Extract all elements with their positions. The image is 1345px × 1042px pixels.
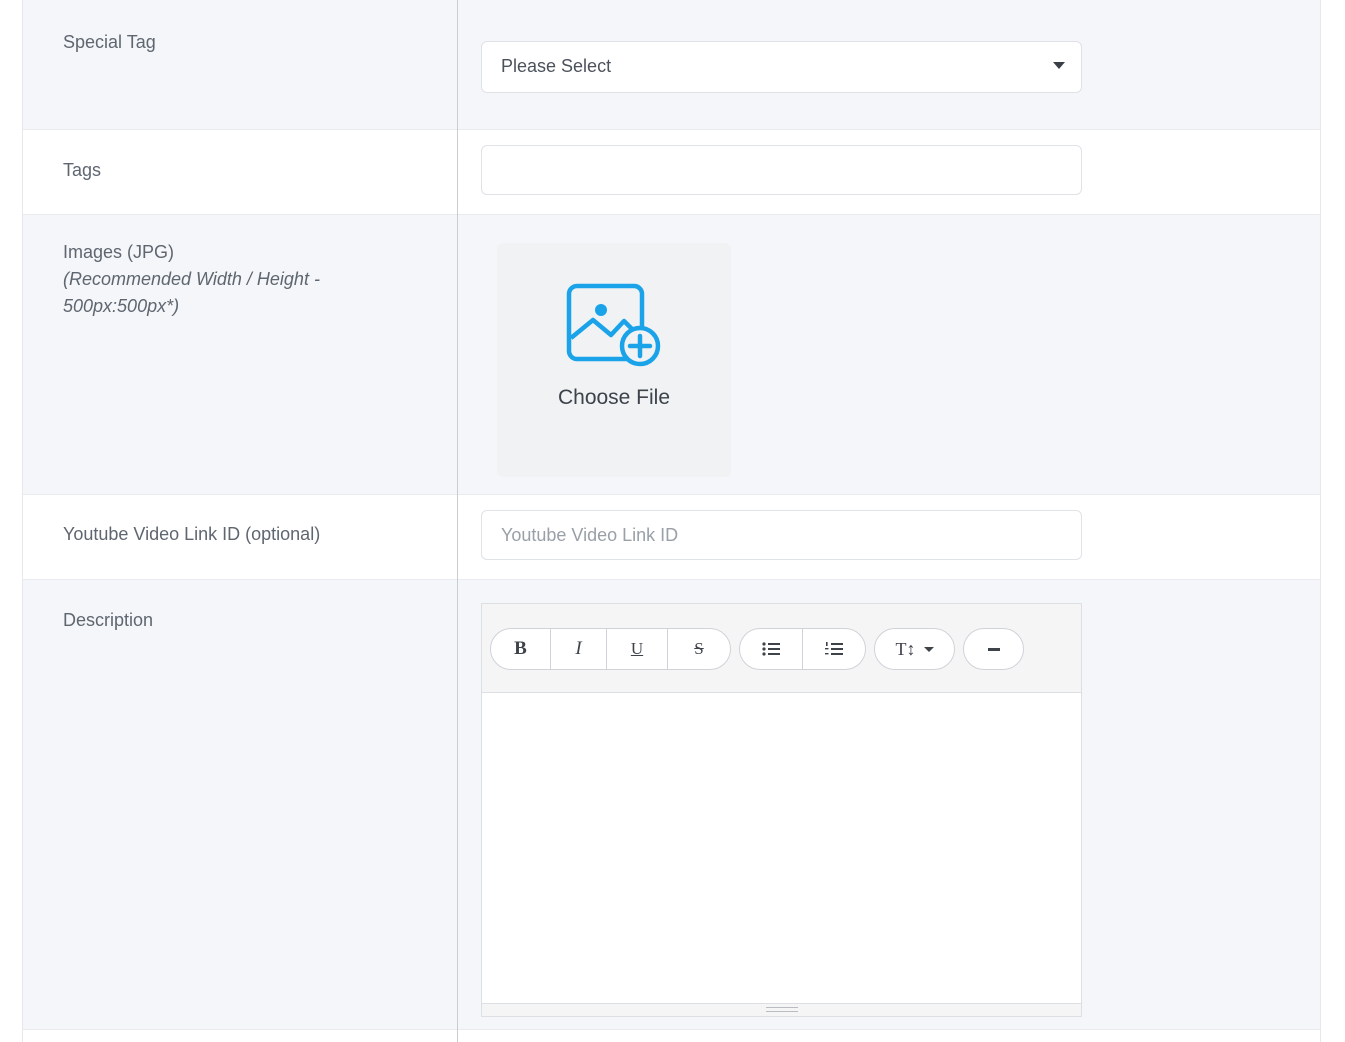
column-divider xyxy=(457,0,458,1042)
description-label: Description xyxy=(63,610,154,630)
text-style-group: B I U S xyxy=(490,628,731,670)
horizontal-rule-button[interactable] xyxy=(964,629,1023,669)
images-size-hint: (Recommended Width / Height - 500px:500p… xyxy=(63,269,320,316)
youtube-label: Youtube Video Link ID (optional) xyxy=(63,524,321,544)
hr-group xyxy=(963,628,1024,670)
chevron-down-icon xyxy=(1053,62,1065,69)
unordered-list-icon xyxy=(762,642,780,656)
row-next xyxy=(23,1030,1320,1042)
ordered-list-button[interactable] xyxy=(803,629,865,669)
font-size-group: T↕ xyxy=(874,628,955,670)
chevron-down-icon xyxy=(923,646,934,652)
strikethrough-button[interactable]: S xyxy=(668,629,730,669)
description-editor-area[interactable] xyxy=(482,693,1081,1003)
font-size-icon: T↕ xyxy=(895,638,916,659)
list-group xyxy=(739,628,866,670)
font-size-button[interactable]: T↕ xyxy=(875,629,954,669)
image-add-icon xyxy=(566,283,661,367)
row-special-tag: Special Tag Please Select xyxy=(23,0,1320,130)
ordered-list-icon xyxy=(825,642,843,655)
bold-button[interactable]: B xyxy=(491,629,551,669)
editor-toolbar: B I U S T↕ xyxy=(482,604,1081,693)
underline-button[interactable]: U xyxy=(607,629,668,669)
italic-button[interactable]: I xyxy=(551,629,607,669)
resize-grip-icon[interactable] xyxy=(766,1007,798,1012)
images-label: Images (JPG) (Recommended Width / Height… xyxy=(63,239,363,320)
row-images: Images (JPG) (Recommended Width / Height… xyxy=(23,215,1320,495)
product-form: Special Tag Please Select Tags Images (J… xyxy=(22,0,1321,1042)
youtube-link-input[interactable] xyxy=(481,510,1082,560)
tags-label: Tags xyxy=(63,160,102,180)
editor-resize-bar[interactable] xyxy=(482,1003,1081,1016)
special-tag-selected-value: Please Select xyxy=(501,56,612,76)
tags-input[interactable] xyxy=(481,145,1082,195)
special-tag-select[interactable]: Please Select xyxy=(481,41,1082,93)
image-upload-dropzone[interactable]: Choose File xyxy=(497,243,731,477)
images-label-text: Images (JPG) xyxy=(63,242,175,262)
row-tags: Tags xyxy=(23,130,1320,215)
choose-file-label: Choose File xyxy=(557,386,671,409)
special-tag-label: Special Tag xyxy=(63,32,156,52)
description-editor: B I U S T↕ xyxy=(481,603,1082,1017)
horizontal-rule-icon xyxy=(987,647,1000,651)
unordered-list-button[interactable] xyxy=(740,629,803,669)
row-youtube: Youtube Video Link ID (optional) xyxy=(23,495,1320,580)
